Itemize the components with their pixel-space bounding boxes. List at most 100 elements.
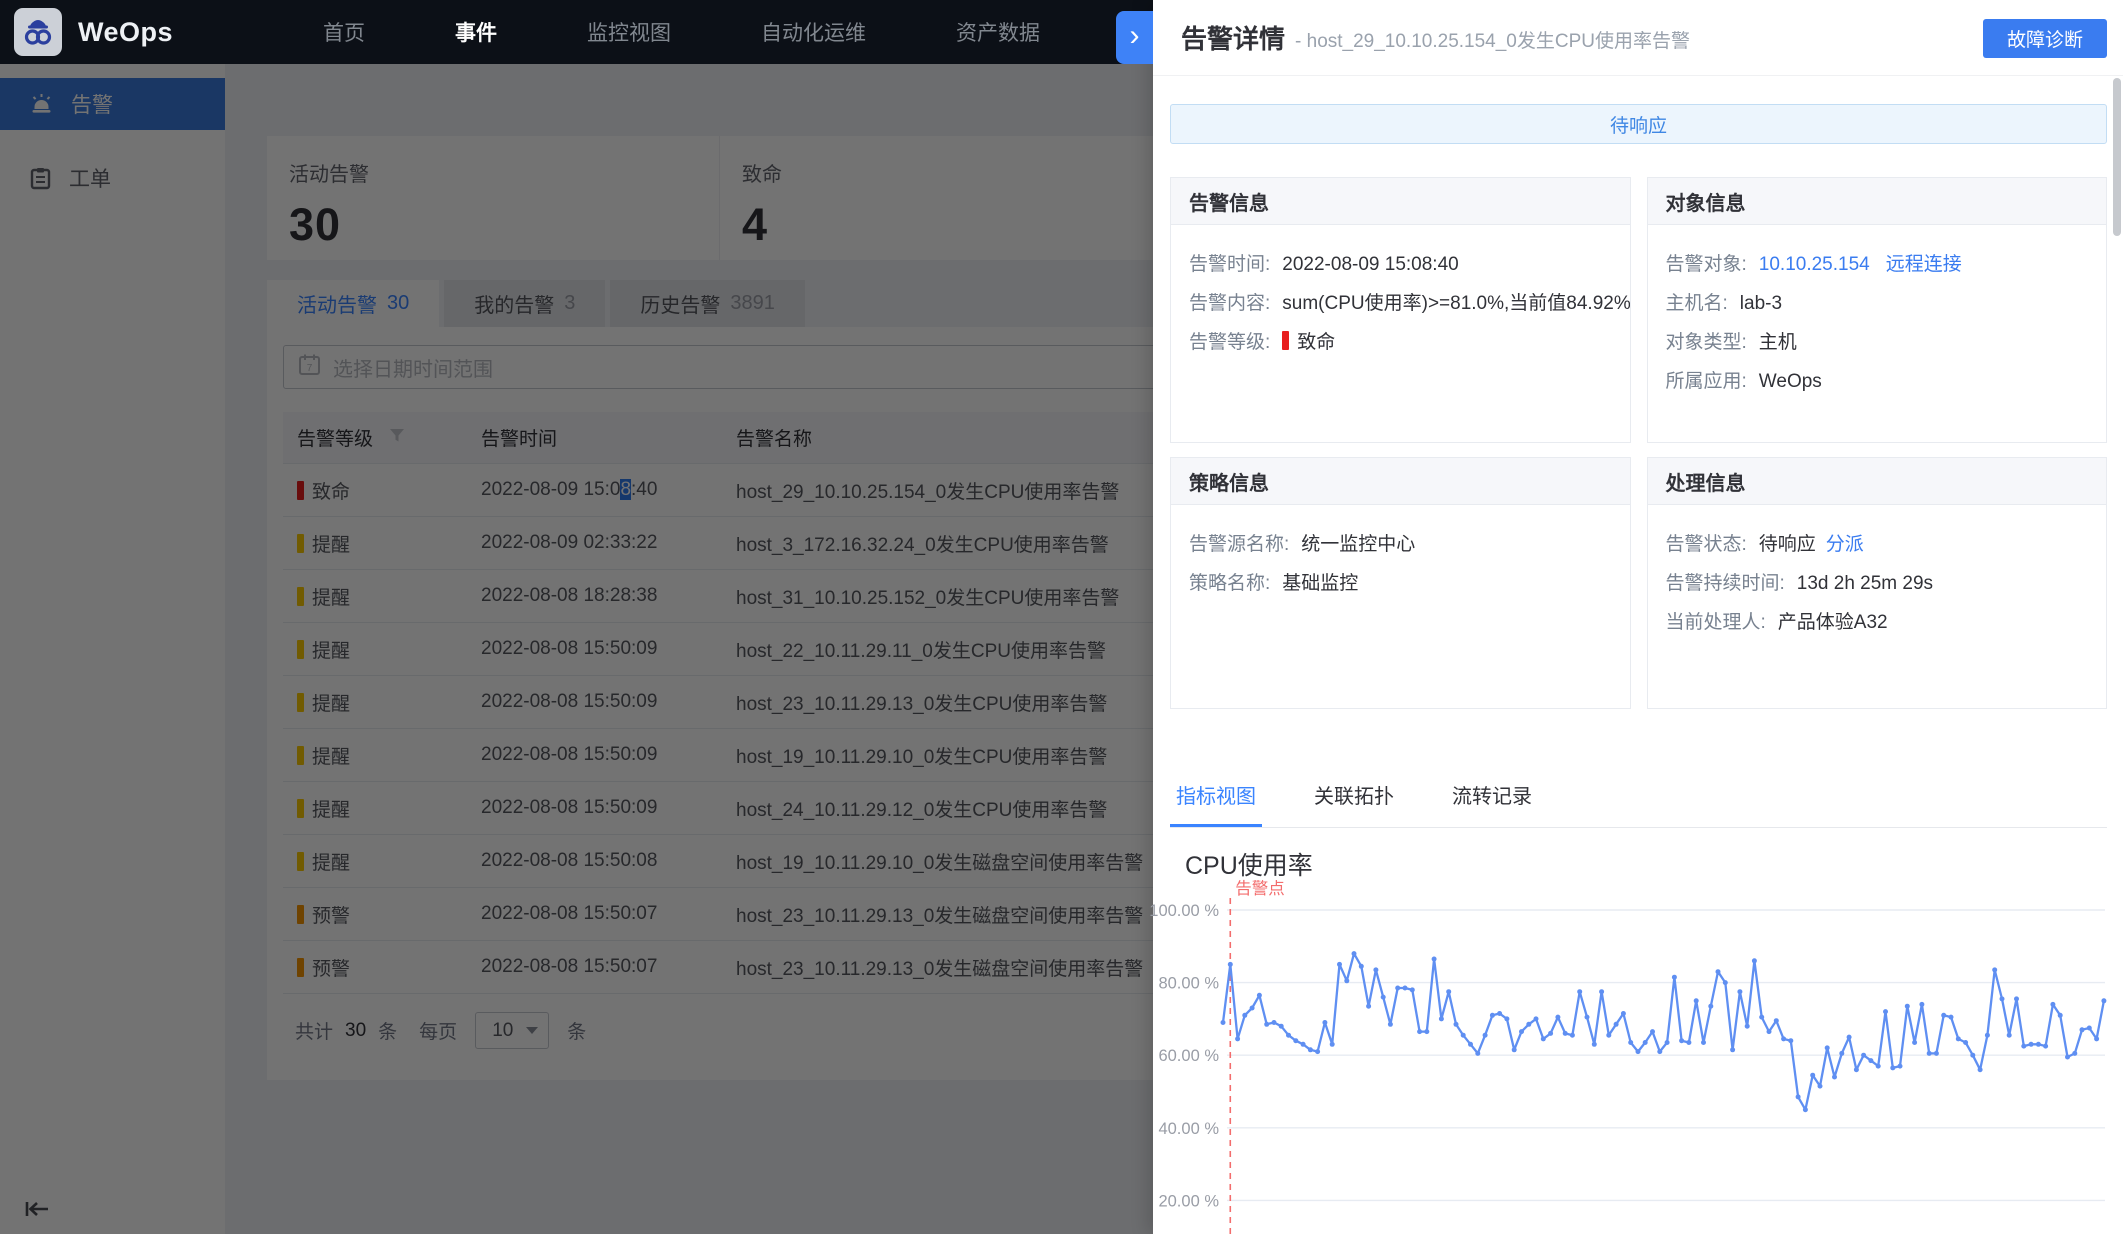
data-point — [1264, 1022, 1269, 1027]
field-label: 告警源名称: — [1189, 534, 1289, 555]
weops-logo-icon[interactable] — [14, 8, 62, 56]
data-point — [1555, 1015, 1560, 1020]
data-point — [1694, 998, 1699, 1003]
data-point — [1577, 989, 1582, 994]
data-point — [1665, 1040, 1670, 1045]
data-point — [2000, 996, 2005, 1001]
data-point — [1686, 1040, 1691, 1045]
card-title: 对象信息 — [1648, 178, 2107, 225]
data-point — [1803, 1107, 1808, 1112]
data-point — [1818, 1084, 1823, 1089]
drawer-tabs: 指标视图关联拓扑流转记录 — [1170, 772, 2107, 828]
data-point — [1352, 951, 1357, 956]
data-point — [2029, 1042, 2034, 1047]
data-point — [1526, 1022, 1531, 1027]
data-point — [1759, 1015, 1764, 1020]
drawer-title: 告警详情 — [1181, 19, 1285, 56]
drawer-scrollbar[interactable] — [2113, 78, 2121, 236]
cpu-usage-chart[interactable]: 100.00 %80.00 %60.00 %40.00 %20.00 %告警点 — [1153, 878, 2123, 1234]
nav-item-自动化运维[interactable]: 自动化运维 — [761, 17, 866, 47]
nav-menu: 首页事件监控视图自动化运维资产数据知识库 — [323, 17, 1193, 47]
nav-item-首页[interactable]: 首页 — [323, 17, 365, 47]
data-point — [1541, 1036, 1546, 1041]
data-point — [1606, 1033, 1611, 1038]
card-title: 处理信息 — [1648, 458, 2107, 505]
data-point — [1737, 989, 1742, 994]
data-point — [1854, 1067, 1859, 1072]
drawer-collapse-button[interactable]: › — [1116, 11, 1153, 64]
link-10.10.25.154[interactable]: 10.10.25.154 — [1759, 254, 1870, 275]
data-point — [1927, 1051, 1932, 1056]
data-point — [2007, 1033, 2012, 1038]
status-banner: 待响应 — [1170, 104, 2107, 144]
drawer-tab-关联拓扑[interactable]: 关联拓扑 — [1308, 772, 1400, 827]
field-value: lab-3 — [1740, 293, 1782, 314]
data-point — [1585, 1015, 1590, 1020]
data-point — [1250, 1006, 1255, 1011]
data-point — [1796, 1094, 1801, 1099]
field-value: 致命 — [1297, 332, 1335, 353]
card-row: 告警时间:2022-08-09 15:08:40 — [1189, 245, 1612, 284]
card-row: 告警内容:sum(CPU使用率)>=81.0%,当前值84.92% — [1189, 284, 1612, 323]
data-point — [2058, 1013, 2063, 1018]
nav-item-事件[interactable]: 事件 — [455, 17, 497, 47]
data-point — [1286, 1033, 1291, 1038]
info-card-策略信息: 策略信息告警源名称:统一监控中心策略名称:基础监控 — [1170, 457, 1631, 709]
data-point — [1861, 1053, 1866, 1058]
field-label: 策略名称: — [1189, 573, 1270, 594]
data-point — [1934, 1051, 1939, 1056]
nav-item-资产数据[interactable]: 资产数据 — [956, 17, 1040, 47]
data-point — [2087, 1026, 2092, 1031]
nav-item-监控视图[interactable]: 监控视图 — [587, 17, 671, 47]
field-label: 告警持续时间: — [1666, 573, 1785, 594]
data-point — [1330, 1042, 1335, 1047]
data-point — [1810, 1073, 1815, 1078]
data-point — [1461, 1033, 1466, 1038]
data-point — [1956, 1036, 1961, 1041]
data-point — [1512, 1047, 1517, 1052]
data-point — [1898, 1064, 1903, 1069]
data-point — [1490, 1013, 1495, 1018]
data-point — [1730, 1047, 1735, 1052]
field-value: 统一监控中心 — [1301, 534, 1415, 555]
data-point — [1534, 1016, 1539, 1021]
data-point — [1970, 1053, 1975, 1058]
data-point — [2021, 1044, 2026, 1049]
fault-diagnosis-button[interactable]: 故障诊断 — [1983, 19, 2107, 58]
data-point — [1919, 1002, 1924, 1007]
data-point — [1839, 1051, 1844, 1056]
field-label: 告警时间: — [1189, 254, 1270, 275]
data-point — [1868, 1058, 1873, 1063]
data-point — [1978, 1067, 1983, 1072]
data-point — [1235, 1036, 1240, 1041]
data-point — [2043, 1044, 2048, 1049]
data-point — [1825, 1045, 1830, 1050]
drawer-subtitle: - host_29_10.10.25.154_0发生CPU使用率告警 — [1295, 22, 1690, 53]
info-card-告警信息: 告警信息告警时间:2022-08-09 15:08:40告警内容:sum(CPU… — [1170, 177, 1631, 443]
data-point — [1657, 1049, 1662, 1054]
data-point — [1905, 1004, 1910, 1009]
alarm-point-label: 告警点 — [1235, 879, 1285, 898]
data-point — [1242, 1013, 1247, 1018]
alert-detail-drawer: › 告警详情 - host_29_10.10.25.154_0发生CPU使用率告… — [1153, 0, 2123, 1234]
link-分派[interactable]: 分派 — [1826, 534, 1864, 555]
data-point — [1322, 1020, 1327, 1025]
data-point — [1650, 1029, 1655, 1034]
data-point — [1221, 1020, 1226, 1025]
data-point — [1701, 1040, 1706, 1045]
card-row: 主机名:lab-3 — [1666, 284, 2089, 323]
data-point — [1395, 986, 1400, 991]
data-point — [1293, 1038, 1298, 1043]
field-label: 告警等级: — [1189, 332, 1270, 353]
card-row: 告警状态:待响应分派 — [1666, 525, 2089, 564]
data-point — [1723, 980, 1728, 985]
data-point — [1301, 1042, 1306, 1047]
drawer-tab-流转记录[interactable]: 流转记录 — [1446, 772, 1538, 827]
field-label: 所属应用: — [1666, 371, 1747, 392]
y-tick-label: 40.00 % — [1158, 1120, 1219, 1138]
field-label: 告警状态: — [1666, 534, 1747, 555]
link-远程连接[interactable]: 远程连接 — [1886, 254, 1962, 275]
drawer-tab-指标视图[interactable]: 指标视图 — [1170, 772, 1262, 827]
drawer-mask[interactable] — [0, 64, 1153, 1234]
info-card-处理信息: 处理信息告警状态:待响应分派告警持续时间:13d 2h 25m 29s当前处理人… — [1647, 457, 2108, 709]
